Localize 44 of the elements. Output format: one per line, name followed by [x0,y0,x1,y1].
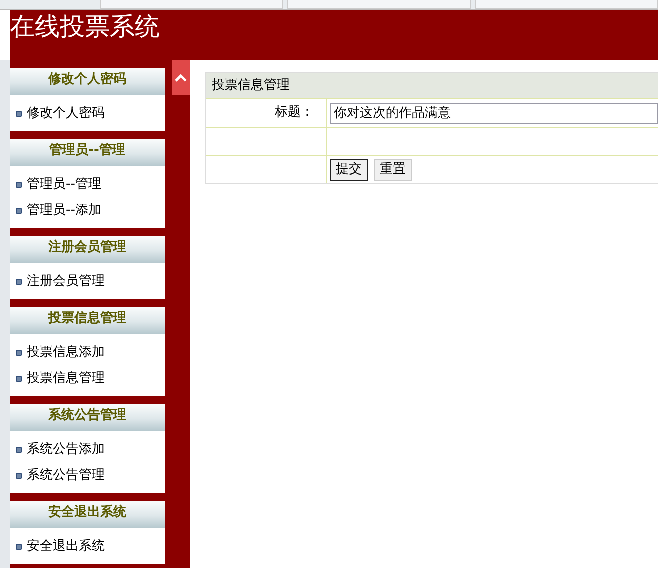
field-label: 标题： [275,105,314,120]
sidebar-link[interactable]: 修改个人密码 [10,101,165,127]
sidebar-link[interactable]: 系统公告管理 [10,463,165,489]
panel-header: 投票信息管理 [206,73,658,98]
browser-tab[interactable] [100,0,284,9]
browser-tab[interactable] [474,0,658,9]
bullet-icon [16,279,22,285]
link-text: 安全退出系统 [27,538,105,556]
sidebar-link[interactable]: 安全退出系统 [10,534,165,560]
link-text: 投票信息管理 [27,370,105,388]
section-header: 投票信息管理 [10,307,165,334]
link-text: 系统公告添加 [27,441,105,460]
bullet-icon [16,350,22,356]
link-text: 注册会员管理 [27,273,105,292]
title-input[interactable]: 你对这次的作品满意 [330,102,658,124]
link-text: 管理员--管理 [27,176,102,194]
bullet-icon [16,208,22,214]
collapse-toggle[interactable] [172,60,190,95]
bullet-icon [16,447,22,453]
section-header: 系统公告管理 [10,404,165,431]
chevron-up-icon [175,74,187,82]
link-text: 管理员--添加 [27,202,102,220]
sidebar-link[interactable]: 投票信息管理 [10,366,165,392]
form-button[interactable]: 提交 [330,158,368,180]
bullet-icon [16,111,22,117]
bullet-icon [16,544,22,550]
sidebar-link[interactable]: 管理员--管理 [10,172,165,198]
bullet-icon [16,376,22,382]
bullet-icon [16,473,22,479]
sidebar-link[interactable]: 系统公告添加 [10,437,165,463]
browser-tab[interactable] [287,0,471,9]
link-text: 系统公告管理 [27,467,105,486]
section-header: 管理员--管理 [10,139,165,166]
site-title: 在线投票系统 [10,11,160,43]
link-text: 投票信息添加 [27,344,105,362]
sidebar-link[interactable]: 管理员--添加 [10,198,165,224]
section-header: 修改个人密码 [10,68,165,95]
section-header: 注册会员管理 [10,236,165,263]
sidebar-link[interactable]: 注册会员管理 [10,269,165,295]
link-text: 修改个人密码 [27,105,105,124]
section-header: 安全退出系统 [10,501,165,528]
sidebar-link[interactable]: 投票信息添加 [10,340,165,366]
form-button[interactable]: 重置 [374,158,412,180]
bullet-icon [16,182,22,188]
